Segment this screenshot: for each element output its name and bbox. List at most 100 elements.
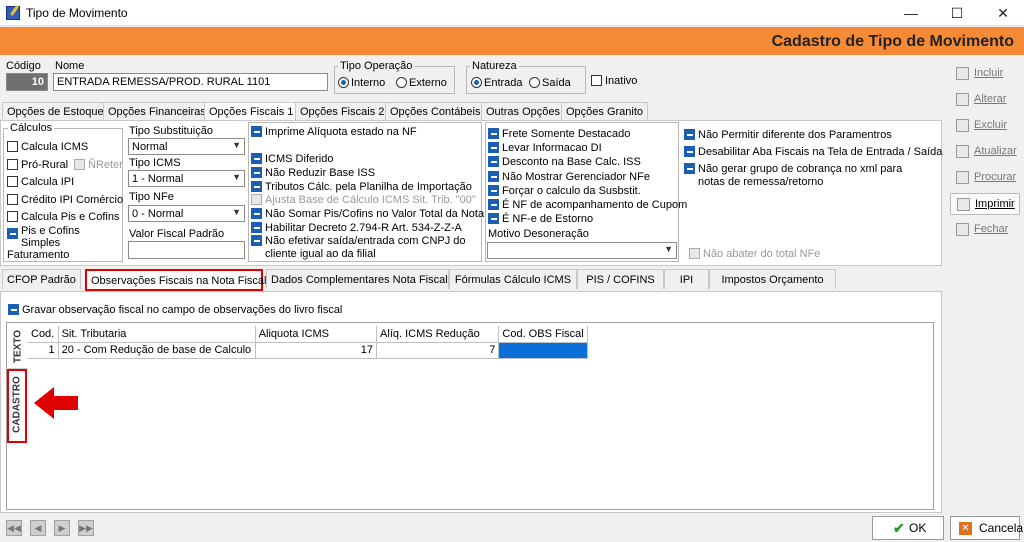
- cell-cod[interactable]: 1: [28, 342, 59, 359]
- alterar-button[interactable]: Alterar: [950, 89, 1020, 111]
- close-door-icon: [956, 223, 969, 236]
- tipo-icms-label: Tipo ICMS: [129, 157, 181, 169]
- frete-destacado-checkbox[interactable]: Frete Somente Destacado: [488, 128, 630, 140]
- inativo-checkbox[interactable]: Inativo: [591, 75, 637, 87]
- tipo-substituicao-label: Tipo Substituição: [129, 125, 213, 137]
- nf-cupom-checkbox[interactable]: É NF de acompanhamento de Cupom: [488, 199, 687, 211]
- col-aliquota-icms: Aliquota ICMS: [255, 326, 378, 343]
- last-record-icon[interactable]: ▶▶: [78, 520, 94, 536]
- nome-field[interactable]: ENTRADA REMESSA/PROD. RURAL 1101: [53, 73, 328, 91]
- binoculars-icon: [956, 171, 969, 184]
- calcula-pis-cofins-checkbox[interactable]: Calcula Pis e Cofins: [7, 211, 119, 223]
- nao-gerar-cobranca-checkbox[interactable]: Não gerar grupo de cobrança no xml para: [684, 163, 902, 175]
- tab-dados-complementares[interactable]: Dados Complementares Nota Fiscal: [266, 269, 449, 289]
- close-button[interactable]: ✕: [980, 0, 1024, 26]
- tab-estoque[interactable]: Opções de Estoque: [2, 102, 109, 120]
- cancel-icon: ✕: [959, 522, 972, 535]
- minimize-button[interactable]: —: [888, 0, 934, 26]
- motivo-desoneracao-select[interactable]: ▼: [487, 242, 677, 259]
- cell-aliquota-icms[interactable]: 17: [255, 342, 378, 359]
- pro-rural-checkbox[interactable]: Pró-Rural: [7, 159, 68, 171]
- document-icon: [956, 67, 969, 80]
- vtab-cadastro[interactable]: CADASTRO: [7, 369, 27, 443]
- valor-fiscal-input[interactable]: [128, 241, 245, 259]
- cell-sit-tributaria[interactable]: 20 - Com Redução de base de Calculo: [58, 342, 256, 359]
- vtab-texto[interactable]: TEXTO: [8, 325, 28, 369]
- tab-ipi[interactable]: IPI: [664, 269, 709, 289]
- excluir-button[interactable]: Excluir: [950, 115, 1020, 137]
- col-cod-obs-fiscal: Cod. OBS Fiscal: [498, 326, 588, 343]
- atualizar-button[interactable]: Atualizar: [950, 141, 1020, 163]
- nao-efetivar-checkbox[interactable]: Não efetivar saída/entrada com CNPJ do: [251, 235, 466, 247]
- credito-ipi-checkbox[interactable]: Crédito IPI Comércio: [7, 194, 123, 206]
- page-title: Cadastro de Tipo de Movimento: [771, 33, 1014, 50]
- tab-fiscais-2[interactable]: Opções Fiscais 2: [295, 102, 390, 120]
- gravar-obs-checkbox[interactable]: Gravar observação fiscal no campo de obs…: [8, 304, 342, 316]
- procurar-button[interactable]: Procurar: [950, 167, 1020, 189]
- nao-reduzir-iss-checkbox[interactable]: Não Reduzir Base ISS: [251, 167, 375, 179]
- codigo-field[interactable]: 10: [6, 73, 48, 91]
- imprime-aliquota-checkbox[interactable]: Imprime Alíquota estado na NF: [251, 126, 417, 138]
- window-title: Tipo de Movimento: [26, 6, 128, 20]
- radio-interno[interactable]: Interno: [338, 77, 385, 89]
- radio-entrada[interactable]: Entrada: [471, 77, 523, 89]
- observacoes-grid: Cod. Sit. Tributaria Aliquota ICMS Alíq.…: [28, 326, 588, 359]
- tab-pis-cofins[interactable]: PIS / COFINS: [577, 269, 664, 289]
- nreter-checkbox[interactable]: ÑReter: [74, 159, 123, 171]
- tab-contabeis[interactable]: Opções Contábeis: [385, 102, 486, 120]
- tab-outras[interactable]: Outras Opções: [481, 102, 565, 120]
- tipo-nfe-label: Tipo NFe: [129, 191, 174, 203]
- tipo-operacao-label: Tipo Operação: [338, 60, 415, 72]
- tab-cfop-padrao[interactable]: CFOP Padrão: [2, 269, 81, 289]
- tipo-nfe-select[interactable]: 0 - Normal ▼: [128, 205, 245, 222]
- next-record-icon[interactable]: ▶: [54, 520, 70, 536]
- tab-observacoes-fiscais[interactable]: Observações Fiscais na Nota Fiscal: [85, 269, 266, 291]
- pis-cofins-simples-checkbox[interactable]: Pis e Cofins Simples Faturamento: [7, 225, 121, 261]
- tab-impostos-orcamento[interactable]: Impostos Orçamento: [709, 269, 836, 289]
- cell-cod-obs-fiscal[interactable]: [498, 342, 588, 359]
- nao-somar-pis-checkbox[interactable]: Não Somar Pis/Cofins no Valor Total da N…: [251, 208, 484, 220]
- maximize-button[interactable]: ☐: [934, 0, 980, 26]
- top-tabs: Opções de Estoque Opções Financeiras Opç…: [0, 102, 940, 121]
- fechar-button[interactable]: Fechar: [950, 219, 1020, 241]
- radio-externo[interactable]: Externo: [396, 77, 447, 89]
- motivo-desoneracao-label: Motivo Desoneração: [488, 228, 589, 240]
- check-icon: ✔: [893, 520, 905, 536]
- nfe-estorno-checkbox[interactable]: É NF-e de Estorno: [488, 213, 593, 225]
- ajusta-base-checkbox[interactable]: Ajusta Base de Cálculo ICMS Sit. Trib. "…: [251, 194, 476, 206]
- tributos-planilha-checkbox[interactable]: Tributos Cálc. pela Planilha de Importaç…: [251, 181, 472, 193]
- col-cod: Cod.: [28, 326, 59, 343]
- nao-mostrar-nfe-checkbox[interactable]: Não Mostrar Gerenciador NFe: [488, 171, 650, 183]
- forcar-substit-checkbox[interactable]: Forçar o calculo da Susbstit.: [488, 185, 641, 197]
- radio-saida[interactable]: Saída: [529, 77, 571, 89]
- tab-fiscais-1[interactable]: Opções Fiscais 1: [204, 102, 299, 121]
- nome-label: Nome: [55, 60, 85, 72]
- nao-permitir-checkbox[interactable]: Não Permitir diferente dos Paramentros: [684, 129, 892, 141]
- imprimir-button[interactable]: Imprimir: [950, 193, 1020, 215]
- cell-aliq-reducao[interactable]: 7: [376, 342, 500, 359]
- first-record-icon[interactable]: ◀◀: [6, 520, 22, 536]
- icms-diferido-checkbox[interactable]: ICMS Diferido: [251, 153, 333, 165]
- incluir-button[interactable]: Incluir: [950, 63, 1020, 85]
- nao-abater-checkbox[interactable]: Não abater do total NFe: [689, 248, 820, 260]
- tipo-icms-select[interactable]: 1 - Normal ▼: [128, 170, 245, 187]
- tipo-substituicao-select[interactable]: Normal ▼: [128, 138, 245, 155]
- tab-granito[interactable]: Opções Granito: [561, 102, 649, 120]
- desabilitar-aba-checkbox[interactable]: Desabilitar Aba Fiscais na Tela de Entra…: [684, 146, 942, 158]
- decreto-checkbox[interactable]: Habilitar Decreto 2.794-R Art. 534-Z-Z-A: [251, 222, 462, 234]
- prev-record-icon[interactable]: ◀: [30, 520, 46, 536]
- edit-icon: [956, 93, 969, 106]
- levar-di-checkbox[interactable]: Levar Informacao DI: [488, 142, 602, 154]
- chevron-down-icon: ▼: [664, 244, 673, 254]
- cancela-button[interactable]: ✕ Cancela: [950, 516, 1023, 540]
- calcula-icms-checkbox[interactable]: Calcula ICMS: [7, 141, 88, 153]
- table-row[interactable]: 1 20 - Com Redução de base de Calculo 17…: [28, 342, 588, 359]
- tab-financeiras[interactable]: Opções Financeiras: [103, 102, 211, 120]
- ok-button[interactable]: ✔ OK: [872, 516, 944, 540]
- desconto-iss-checkbox[interactable]: Desconto na Base Calc. ISS: [488, 156, 641, 168]
- title-bar: Tipo de Movimento — ☐ ✕: [0, 0, 1024, 26]
- refresh-icon: [956, 145, 969, 158]
- tab-formulas-icms[interactable]: Fórmulas Cálculo ICMS: [449, 269, 577, 289]
- calcula-ipi-checkbox[interactable]: Calcula IPI: [7, 176, 74, 188]
- bottom-tabs: CFOP Padrão Observações Fiscais na Nota …: [0, 269, 940, 291]
